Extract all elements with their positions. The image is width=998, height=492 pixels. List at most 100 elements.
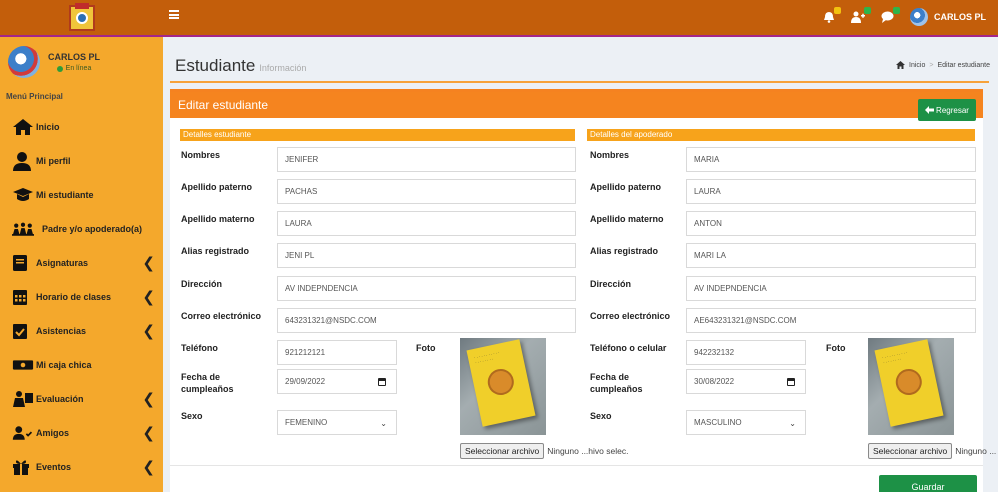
family-icon: [12, 221, 34, 237]
home-icon: [896, 61, 906, 69]
box-title: Editar estudiante: [178, 98, 269, 112]
evaluation-icon: [12, 390, 34, 408]
chevron-left-icon[interactable]: ❮: [142, 256, 155, 271]
chevron-left-icon[interactable]: ❮: [142, 426, 155, 441]
friend-requests-icon[interactable]: [850, 7, 871, 23]
sidebar-item-caja-chica[interactable]: Mi caja chica: [0, 348, 163, 382]
back-button[interactable]: Regresar: [918, 99, 976, 121]
sidebar-item-inicio[interactable]: Inicio: [0, 110, 163, 144]
student-direccion-label: Dirección: [181, 279, 223, 289]
guardian-file-input[interactable]: Seleccionar archivo Ninguno ...: [868, 443, 996, 459]
student-nombres-input[interactable]: JENIFER: [277, 147, 576, 172]
sidebar-item-evaluacion[interactable]: Evaluación ❮: [0, 382, 163, 416]
sidebar-item-amigos[interactable]: Amigos ❮: [0, 416, 163, 450]
book-icon: [12, 254, 34, 272]
student-file-input[interactable]: Seleccionar archivo Ninguno ...hivo sele…: [460, 443, 628, 459]
notifications-bell-icon[interactable]: [823, 7, 841, 23]
chevron-left-icon[interactable]: ❮: [142, 392, 155, 407]
sidebar-item-label: Evaluación: [36, 394, 84, 404]
calendar-icon[interactable]: [787, 378, 795, 386]
friends-icon: [12, 424, 34, 442]
guardian-alias-input[interactable]: MARI LA: [686, 243, 976, 268]
guardian-foto-label: Foto: [826, 343, 846, 353]
student-fecha-label: Fecha de cumpleaños: [181, 372, 234, 394]
guardian-choose-file-button[interactable]: Seleccionar archivo: [868, 443, 953, 459]
avatar: [909, 8, 928, 26]
breadcrumb-current: Editar estudiante: [937, 61, 990, 69]
gift-icon: [12, 458, 34, 476]
sidebar-item-label: Amigos: [36, 428, 70, 438]
guardian-sexo-select[interactable]: MASCULINO ⌄: [686, 410, 806, 435]
user-name: CARLOS PL: [48, 52, 101, 62]
student-telefono-input[interactable]: 921212121: [277, 340, 397, 365]
guardian-correo-label: Correo electrónico: [590, 311, 671, 321]
breadcrumb-home-link[interactable]: Inicio: [909, 62, 925, 69]
guardian-telefono-input[interactable]: 942232132: [686, 340, 806, 365]
sidebar-item-label: Horario de clases: [36, 292, 112, 302]
calendar-check-icon: [12, 322, 34, 340]
guardian-paterno-label: Apellido paterno: [590, 182, 662, 192]
arrow-left-icon: [925, 106, 935, 114]
sidebar-item-horario[interactable]: Horario de clases ❮: [0, 280, 163, 314]
calendar-icon: [12, 288, 34, 306]
student-correo-input[interactable]: 643231321@NSDC.COM: [277, 308, 576, 333]
student-correo-label: Correo electrónico: [181, 311, 262, 321]
save-button[interactable]: Guardar: [879, 475, 977, 492]
sidebar-item-mi-estudiante[interactable]: Mi estudiante: [0, 178, 163, 212]
logo-area: [0, 0, 163, 37]
guardian-materno-input[interactable]: ANTON: [686, 211, 976, 236]
edit-student-box: Editar estudiante Regresar Detalles estu…: [170, 89, 996, 492]
sidebar-item-padre-apoderado[interactable]: Padre y/o apoderado(a): [0, 212, 163, 246]
sidebar-item-label: Mi estudiante: [36, 190, 94, 200]
top-navbar: CARLOS PL: [163, 0, 998, 37]
status-dot-icon: [56, 65, 63, 72]
guardian-paterno-input[interactable]: LAURA: [686, 179, 976, 204]
menu-header: Menú Principal: [6, 92, 63, 101]
user-panel: CARLOS PL En línea: [0, 37, 163, 87]
content-header: Estudiante Información Inicio > Editar es…: [163, 39, 998, 87]
chevron-left-icon[interactable]: ❮: [142, 290, 155, 305]
student-birthday-date-input[interactable]: 29/09/2022: [277, 369, 397, 394]
chevron-left-icon[interactable]: ❮: [142, 324, 155, 339]
avatar: [8, 46, 40, 78]
student-paterno-input[interactable]: PACHAS: [277, 179, 576, 204]
student-sexo-select[interactable]: FEMENINO ⌄: [277, 410, 397, 435]
student-direccion-input[interactable]: AV INDEPNDENCIA: [277, 276, 576, 301]
guardian-correo-input[interactable]: AE643231321@NSDC.COM: [686, 308, 976, 333]
guardian-file-status: Ninguno ...: [955, 446, 997, 456]
student-alias-label: Alias registrado: [181, 246, 250, 256]
student-materno-label: Apellido materno: [181, 214, 255, 224]
sidebar-item-asistencias[interactable]: Asistencias ❮: [0, 314, 163, 348]
hamburger-menu-icon[interactable]: [169, 10, 179, 19]
sidebar-item-label: Asignaturas: [36, 258, 89, 268]
user-menu[interactable]: CARLOS PL: [909, 8, 986, 26]
topbar-user-name: CARLOS PL: [933, 12, 986, 22]
sidebar-item-asignaturas[interactable]: Asignaturas ❮: [0, 246, 163, 280]
sidebar-item-eventos[interactable]: Eventos ❮: [0, 450, 163, 484]
guardian-photo-image: · · · · · · · · · · · · · · · · · · ·: [868, 338, 954, 435]
student-telefono-label: Teléfono: [181, 343, 218, 353]
sidebar: CARLOS PL En línea Menú Principal Inicio…: [0, 0, 163, 492]
calendar-icon[interactable]: [378, 378, 386, 386]
graduation-cap-icon: [12, 187, 34, 203]
guardian-nombres-label: Nombres: [590, 150, 630, 160]
chevron-left-icon[interactable]: ❮: [142, 460, 155, 475]
page-subtitle: Información: [259, 63, 307, 73]
online-status: En línea: [56, 65, 91, 72]
student-materno-input[interactable]: LAURA: [277, 211, 576, 236]
guardian-direccion-input[interactable]: AV INDEPNDENCIA: [686, 276, 976, 301]
box-header: Editar estudiante: [170, 92, 983, 118]
home-icon: [12, 118, 34, 136]
guardian-alias-label: Alias registrado: [590, 246, 659, 256]
school-logo[interactable]: [68, 2, 95, 31]
messages-icon[interactable]: [881, 7, 900, 23]
sidebar-item-mi-perfil[interactable]: Mi perfil: [0, 144, 163, 178]
sidebar-item-label: Asistencias: [36, 326, 87, 336]
page-title: Estudiante Información: [175, 56, 307, 75]
student-alias-input[interactable]: JENI PL: [277, 243, 576, 268]
student-file-status: Ninguno ...hivo selec.: [547, 446, 629, 456]
student-choose-file-button[interactable]: Seleccionar archivo: [460, 443, 545, 459]
guardian-birthday-date-input[interactable]: 30/08/2022: [686, 369, 806, 394]
guardian-nombres-input[interactable]: MARIA: [686, 147, 976, 172]
student-nombres-label: Nombres: [181, 150, 221, 160]
